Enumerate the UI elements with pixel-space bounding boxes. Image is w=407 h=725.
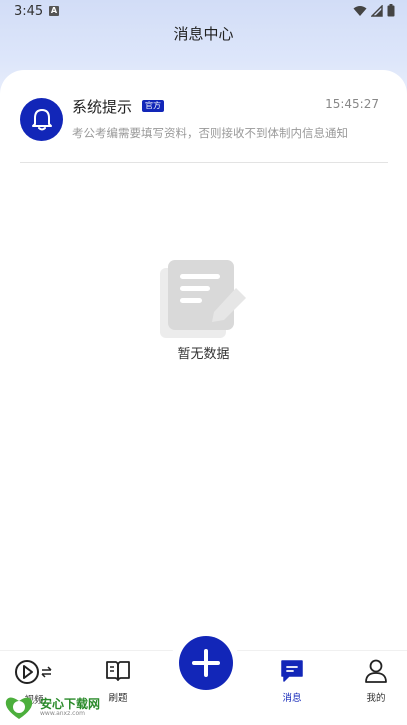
nav-item-messages[interactable]: 消息 [262,658,322,704]
wifi-icon [353,5,367,16]
chat-bubble-icon [281,660,303,682]
divider [20,162,388,163]
nav-label-profile: 我的 [366,693,386,704]
user-icon [365,659,387,683]
status-icons [353,4,395,17]
watermark-logo-icon [5,697,33,719]
add-button[interactable] [179,636,233,690]
notification-icon: A [49,6,59,16]
play-circle-icon [15,660,52,684]
empty-state-text: 暂无数据 [177,347,230,362]
message-title: 系统提示 [72,99,133,116]
plus-icon [192,649,220,677]
status-bar: 3:45 A [0,0,407,24]
official-badge: 官方 [142,100,164,112]
battery-icon [387,4,395,17]
page-title: 消息中心 [173,25,234,43]
message-preview: 考公考编需要填写资料，否则接收不到体制内信息通知 [72,126,348,140]
message-avatar [20,98,63,141]
status-time: 3:45 [14,4,44,19]
watermark: 安心下载网 www.anxz.com [2,693,112,723]
signal-icon [371,4,383,17]
document-edit-icon [160,260,246,338]
nav-item-profile[interactable]: 我的 [346,658,406,704]
message-item[interactable]: 系统提示 官方 15:45:27 考公考编需要填写资料，否则接收不到体制内信息通… [20,95,388,163]
message-time: 15:45:27 [325,97,379,111]
open-book-icon [106,661,130,681]
bell-icon [31,108,52,130]
watermark-sub: www.anxz.com [40,710,85,717]
nav-label-messages: 消息 [282,693,302,704]
